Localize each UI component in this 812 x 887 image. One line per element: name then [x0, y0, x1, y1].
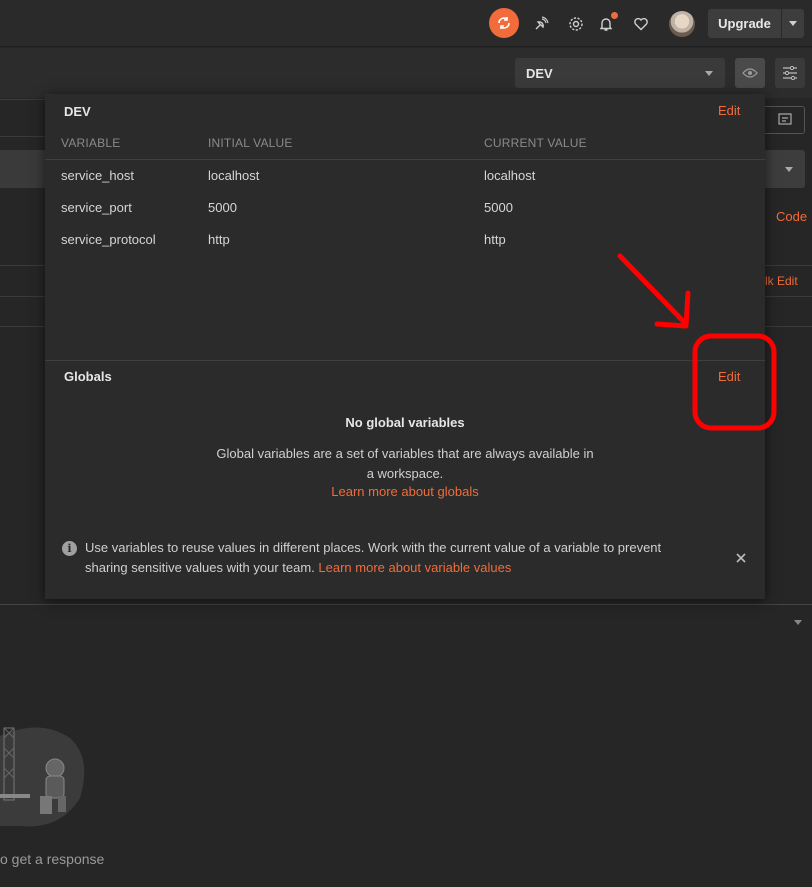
current-value: 5000 — [484, 200, 513, 215]
environment-select[interactable]: DEV — [515, 58, 725, 88]
learn-more-variable-values-link[interactable]: Learn more about variable values — [318, 560, 511, 575]
chevron-down-icon — [785, 167, 793, 172]
edit-environment-link[interactable]: Edit — [718, 103, 740, 118]
sliders-icon — [783, 66, 797, 80]
comment-icon — [778, 113, 792, 125]
satellite-icon[interactable] — [526, 9, 556, 39]
info-icon: i — [62, 541, 77, 556]
empty-state-title: No global variables — [345, 415, 465, 430]
astronaut-illustration — [0, 727, 85, 827]
close-icon[interactable] — [733, 550, 749, 566]
variable-name: service_protocol — [61, 232, 156, 247]
column-header-current-value: CURRENT VALUE — [484, 136, 587, 150]
notification-dot — [611, 12, 618, 19]
column-header-initial-value: INITIAL VALUE — [208, 136, 293, 150]
initial-value: localhost — [208, 168, 260, 183]
learn-more-globals-link[interactable]: Learn more about globals — [45, 484, 765, 499]
empty-state-description: Global variables are a set of variables … — [216, 446, 594, 481]
environment-quick-look-button[interactable] — [735, 58, 765, 88]
environment-select-value: DEV — [526, 66, 553, 81]
initial-value: 5000 — [208, 200, 237, 215]
divider — [0, 99, 45, 100]
chevron-down-icon[interactable] — [782, 9, 804, 38]
environment-quick-look-panel: DEV Edit VARIABLE INITIAL VALUE CURRENT … — [45, 94, 765, 599]
bulk-edit-link[interactable]: lk Edit — [765, 274, 798, 288]
method-selector[interactable] — [0, 150, 45, 188]
variable-name: service_port — [61, 200, 132, 215]
heart-icon[interactable] — [626, 9, 656, 39]
divider — [45, 159, 765, 160]
initial-value: http — [208, 232, 230, 247]
code-link[interactable]: Code — [776, 209, 807, 224]
top-bar: Upgrade — [0, 0, 812, 47]
globals-title: Globals — [64, 369, 112, 384]
column-header-variable: VARIABLE — [61, 136, 121, 150]
upgrade-button[interactable]: Upgrade — [708, 9, 804, 38]
divider — [45, 360, 765, 361]
eye-icon — [742, 68, 758, 78]
environment-name: DEV — [64, 104, 91, 119]
current-value: http — [484, 232, 506, 247]
send-dropdown-button[interactable] — [765, 150, 805, 188]
response-placeholder-text: o get a response — [0, 851, 105, 867]
manage-environments-button[interactable] — [775, 58, 805, 88]
gear-icon[interactable] — [561, 9, 591, 39]
comments-button[interactable] — [765, 106, 805, 134]
avatar[interactable] — [669, 11, 695, 37]
info-message: Use variables to reuse values in differe… — [85, 538, 705, 578]
variable-name: service_host — [61, 168, 134, 183]
upgrade-label: Upgrade — [708, 9, 782, 38]
divider — [0, 136, 45, 137]
sync-icon[interactable] — [489, 8, 519, 38]
chevron-down-icon[interactable] — [794, 620, 802, 625]
edit-globals-link[interactable]: Edit — [718, 369, 740, 384]
chevron-down-icon — [705, 71, 713, 76]
divider — [0, 604, 812, 605]
current-value: localhost — [484, 168, 536, 183]
